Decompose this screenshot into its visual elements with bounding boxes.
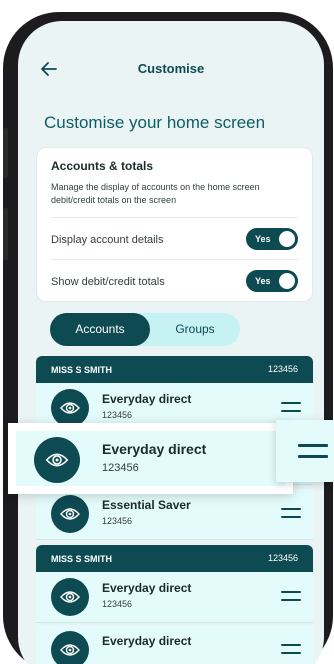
drag-handle-icon[interactable] (276, 420, 334, 482)
header-title: Customise (137, 61, 205, 76)
show-totals-label: Show debit/credit totals (51, 276, 165, 288)
account-row: Everyday direct (36, 625, 313, 664)
account-name: Everyday direct (102, 392, 192, 406)
card-title: Accounts & totals (51, 159, 154, 173)
dragging-account-row[interactable]: Everyday direct 123456 (8, 423, 293, 494)
display-account-details-toggle[interactable]: Yes (246, 228, 298, 250)
divider (51, 259, 298, 260)
visibility-toggle[interactable] (34, 437, 80, 483)
account-name: Everyday direct (102, 581, 192, 595)
app-screen: Customise Customise your home screen Acc… (18, 21, 324, 664)
toggle-state: Yes (255, 234, 271, 244)
account-number: 123456 (102, 462, 139, 474)
volume-button (3, 128, 8, 178)
account-name: Essential Saver (102, 498, 191, 512)
drag-handle-icon[interactable] (281, 591, 301, 603)
dragging-row-body: Everyday direct 123456 (16, 431, 285, 486)
account-number: 123456 (102, 599, 133, 609)
volume-button (3, 208, 8, 260)
group-name: MISS S SMITH (51, 554, 113, 564)
card-description: Manage the display of accounts on the ho… (51, 182, 260, 205)
visibility-toggle[interactable] (51, 578, 89, 616)
tab-accounts[interactable]: Accounts (50, 313, 150, 346)
app-header: Customise (18, 21, 324, 111)
toggle-state: Yes (255, 276, 271, 286)
accounts-groups-switch: Accounts Groups (50, 313, 240, 346)
account-number: 123456 (102, 516, 133, 526)
account-row: Essential Saver 123456 (36, 489, 313, 540)
page-title: Customise your home screen (44, 113, 266, 132)
account-number: 123456 (102, 410, 133, 420)
group-header: MISS S SMITH 123456 (36, 356, 313, 383)
show-totals-toggle[interactable]: Yes (246, 270, 298, 292)
accounts-totals-card: Accounts & totals Manage the display of … (36, 147, 313, 302)
group-header: MISS S SMITH 123456 (36, 545, 313, 572)
eye-icon (60, 508, 80, 520)
group-name: MISS S SMITH (51, 365, 113, 375)
eye-icon (60, 644, 80, 656)
visibility-toggle[interactable] (51, 389, 89, 427)
group-number: 123456 (267, 553, 298, 563)
visibility-toggle[interactable] (51, 631, 89, 664)
visibility-toggle[interactable] (51, 495, 89, 533)
account-row: Everyday direct 123456 (36, 572, 313, 623)
drag-handle-icon[interactable] (281, 402, 301, 414)
divider (51, 217, 298, 218)
toggle-knob (279, 231, 295, 247)
group-number: 123456 (267, 364, 298, 374)
eye-icon (60, 402, 80, 414)
eye-icon (60, 591, 80, 603)
drag-handle-icon[interactable] (281, 508, 301, 520)
account-name: Everyday direct (102, 441, 207, 457)
display-account-details-label: Display account details (51, 234, 164, 246)
eye-icon (45, 453, 69, 467)
drag-handle-icon[interactable] (281, 644, 301, 656)
toggle-knob (279, 273, 295, 289)
tab-groups[interactable]: Groups (150, 313, 240, 346)
account-name: Everyday direct (102, 634, 192, 648)
